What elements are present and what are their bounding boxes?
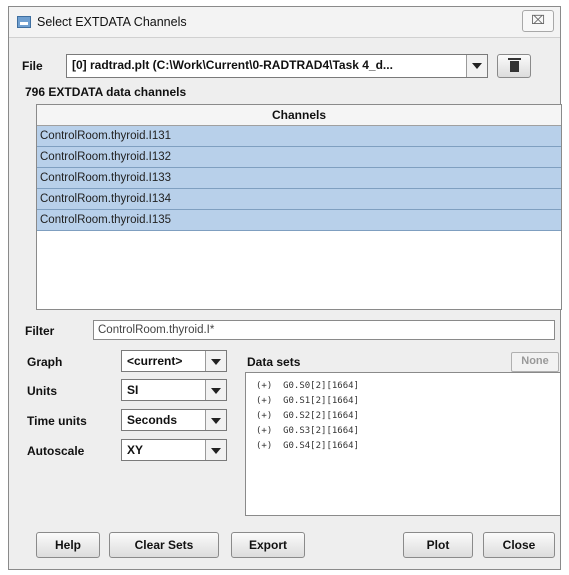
units-select[interactable]: SI: [121, 379, 227, 401]
table-row[interactable]: ControlRoom.thyroid.I135: [37, 210, 561, 231]
export-button[interactable]: Export: [231, 532, 305, 558]
time-units-label: Time units: [27, 414, 87, 428]
plot-button[interactable]: Plot: [403, 532, 473, 558]
app-icon: [17, 16, 31, 28]
table-row[interactable]: ControlRoom.thyroid.I133: [37, 168, 561, 189]
autoscale-label: Autoscale: [27, 444, 85, 458]
none-button[interactable]: None: [511, 352, 559, 372]
list-item[interactable]: (+) G0.S4[2][1664]: [246, 439, 560, 454]
units-label: Units: [27, 384, 57, 398]
filter-input[interactable]: ControlRoom.thyroid.I*: [93, 320, 555, 340]
chevron-down-icon[interactable]: [205, 440, 226, 460]
data-sets-label: Data sets: [247, 355, 301, 369]
autoscale-select-value: XY: [127, 443, 144, 457]
close-window-button[interactable]: ⌧: [522, 10, 554, 32]
clear-sets-button[interactable]: Clear Sets: [109, 532, 219, 558]
file-select-value: [0] radtrad.plt (C:\Work\Current\0-RADTR…: [72, 58, 393, 72]
dialog-window: Select EXTDATA Channels ⌧ File [0] radtr…: [8, 6, 562, 570]
table-row[interactable]: ControlRoom.thyroid.I132: [37, 147, 561, 168]
time-units-select[interactable]: Seconds: [121, 409, 227, 431]
channels-header[interactable]: Channels: [37, 105, 561, 126]
close-button[interactable]: Close: [483, 532, 555, 558]
help-button[interactable]: Help: [36, 532, 100, 558]
list-item[interactable]: (+) G0.S0[2][1664]: [246, 379, 560, 394]
data-sets-list[interactable]: (+) G0.S0[2][1664] (+) G0.S1[2][1664] (+…: [245, 372, 561, 516]
units-select-value: SI: [127, 383, 139, 397]
autoscale-select[interactable]: XY: [121, 439, 227, 461]
window-title: Select EXTDATA Channels: [37, 15, 187, 29]
chevron-down-icon[interactable]: [205, 410, 226, 430]
filter-label: Filter: [25, 324, 55, 338]
chevron-down-icon[interactable]: [205, 351, 226, 371]
file-select[interactable]: [0] radtrad.plt (C:\Work\Current\0-RADTR…: [66, 54, 488, 78]
chevron-down-icon[interactable]: [205, 380, 226, 400]
table-row[interactable]: ControlRoom.thyroid.I134: [37, 189, 561, 210]
graph-select-value: <current>: [127, 354, 183, 368]
list-item[interactable]: (+) G0.S2[2][1664]: [246, 409, 560, 424]
delete-file-button[interactable]: [497, 54, 531, 78]
graph-label: Graph: [27, 355, 63, 369]
table-row[interactable]: ControlRoom.thyroid.I131: [37, 126, 561, 147]
time-units-select-value: Seconds: [127, 413, 178, 427]
list-item[interactable]: (+) G0.S1[2][1664]: [246, 394, 560, 409]
channels-table[interactable]: Channels ControlRoom.thyroid.I131 Contro…: [36, 104, 562, 310]
file-label: File: [22, 59, 43, 73]
title-bar[interactable]: Select EXTDATA Channels ⌧: [9, 7, 560, 38]
trash-icon: [508, 58, 521, 60]
channel-count: 796 EXTDATA data channels: [25, 85, 187, 99]
chevron-down-icon[interactable]: [466, 55, 487, 77]
list-item[interactable]: (+) G0.S3[2][1664]: [246, 424, 560, 439]
graph-select[interactable]: <current>: [121, 350, 227, 372]
